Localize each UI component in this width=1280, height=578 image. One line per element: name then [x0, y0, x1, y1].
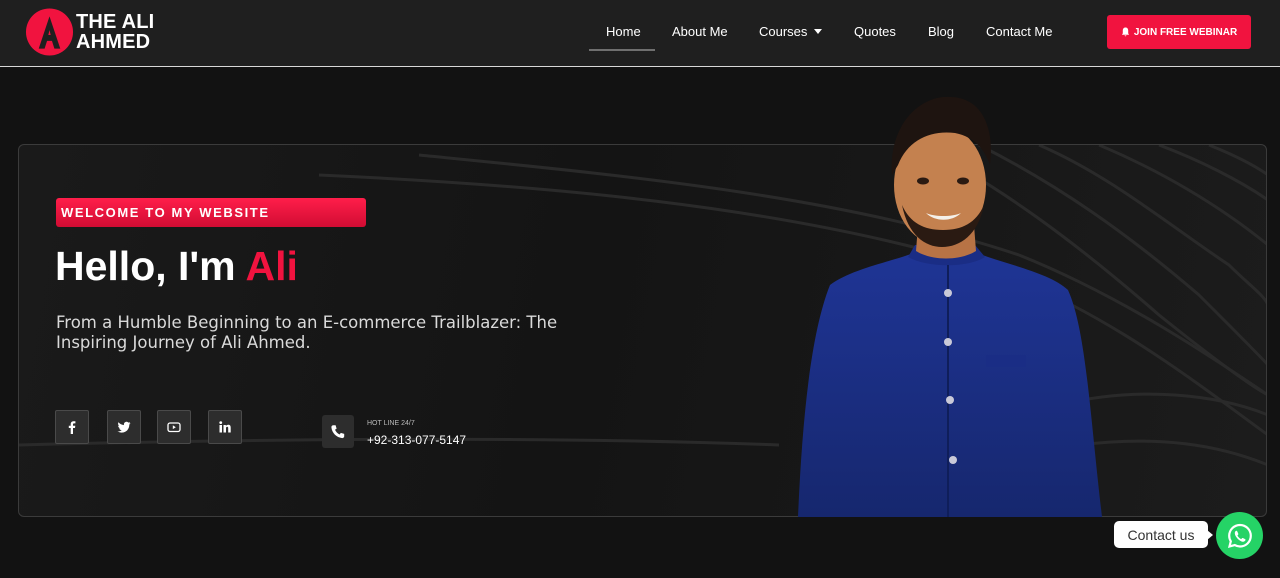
youtube-icon [167, 422, 181, 433]
hero-title-name: Ali [245, 243, 298, 289]
nav-about-me[interactable]: About Me [672, 24, 728, 39]
join-webinar-label: JOIN FREE WEBINAR [1133, 26, 1238, 38]
facebook-icon [68, 421, 76, 434]
logo-text: THE ALI AHMED [76, 12, 154, 52]
twitter-link[interactable] [107, 410, 141, 444]
profile-photo [798, 96, 1102, 517]
hotline-label: HOT LINE 24/7 [367, 420, 415, 427]
join-webinar-button[interactable]: JOIN FREE WEBINAR [1107, 15, 1251, 49]
nav-courses-label: Courses [759, 24, 808, 39]
chevron-down-icon [814, 29, 823, 34]
hero-title-prefix: Hello, I'm [55, 243, 246, 289]
nav-home[interactable]: Home [606, 24, 641, 39]
whatsapp-button[interactable] [1216, 512, 1263, 559]
hero-title: Hello, I'm Ali [55, 243, 298, 289]
whatsapp-icon [1227, 523, 1252, 548]
logo-mark-icon [25, 8, 74, 56]
hotline-phone-button[interactable] [322, 415, 354, 448]
nav-blog[interactable]: Blog [928, 24, 954, 39]
hotline-number[interactable]: +92-313-077-5147 [367, 433, 466, 447]
logo-line-2: AHMED [76, 31, 151, 53]
welcome-badge: WELCOME TO MY WEBSITE [56, 198, 366, 227]
facebook-link[interactable] [55, 410, 89, 444]
linkedin-icon [219, 421, 231, 433]
nav-quotes[interactable]: Quotes [854, 24, 896, 39]
bell-icon [1121, 27, 1129, 37]
logo-line-1: THE ALI [76, 11, 155, 33]
top-navbar: THE ALI AHMED Home About Me Courses Quot… [0, 0, 1280, 67]
nav-contact-me[interactable]: Contact Me [986, 24, 1052, 39]
nav-active-indicator [589, 49, 655, 51]
hero-subtitle: From a Humble Beginning to an E-commerce… [56, 313, 558, 352]
site-logo[interactable]: THE ALI AHMED [25, 7, 154, 57]
linkedin-link[interactable] [208, 410, 242, 444]
youtube-link[interactable] [157, 410, 191, 444]
twitter-icon [117, 421, 131, 433]
contact-us-label[interactable]: Contact us [1114, 521, 1213, 548]
phone-icon [331, 424, 345, 438]
nav-courses[interactable]: Courses [759, 24, 823, 39]
